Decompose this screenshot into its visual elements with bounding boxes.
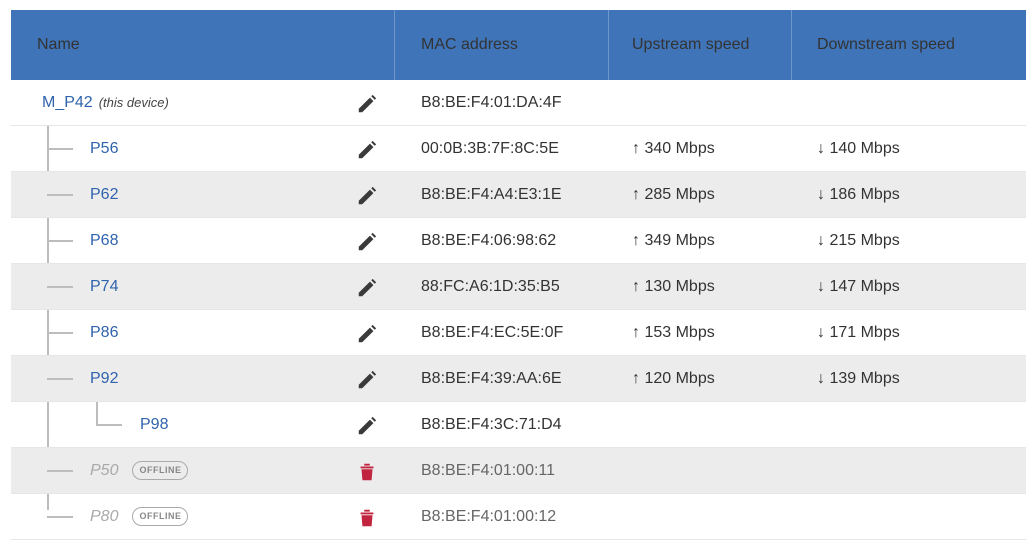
downstream-cell: ↓ 147 Mbps xyxy=(817,278,900,295)
header-divider xyxy=(394,10,395,80)
tree-branch xyxy=(47,240,73,242)
table-row: P68 B8:BE:F4:06:98:62 ↑ 349 Mbps ↓ 215 M… xyxy=(11,218,1026,264)
table-row: P62 B8:BE:F4:A4:E3:1E ↑ 285 Mbps ↓ 186 M… xyxy=(11,172,1026,218)
table-row: P98 B8:BE:F4:3C:71:D4 xyxy=(11,402,1026,448)
upstream-cell: ↑ 285 Mbps xyxy=(632,186,715,203)
pencil-icon[interactable] xyxy=(356,369,378,391)
device-name-cell: P56 xyxy=(90,126,118,172)
tree-branch xyxy=(47,286,73,288)
pencil-icon[interactable] xyxy=(356,277,378,299)
this-device-note: (this device) xyxy=(98,95,169,110)
mac-cell: B8:BE:F4:01:00:11 xyxy=(421,462,556,479)
device-name-cell: P98 xyxy=(140,402,168,448)
pencil-icon[interactable] xyxy=(356,139,378,161)
mac-cell: B8:BE:F4:A4:E3:1E xyxy=(421,186,562,203)
column-header-downstream[interactable]: Downstream speed xyxy=(817,10,955,80)
device-name-cell: P80 OFFLINE xyxy=(90,494,189,540)
mac-cell: B8:BE:F4:01:DA:4F xyxy=(421,94,562,111)
downstream-cell: ↓ 139 Mbps xyxy=(817,370,900,387)
mac-cell: 00:0B:3B:7F:8C:5E xyxy=(421,140,559,157)
device-name-cell: P86 xyxy=(90,310,118,356)
tree-branch xyxy=(47,332,73,334)
device-name-cell: P50 OFFLINE xyxy=(90,448,189,494)
trash-icon[interactable] xyxy=(356,507,378,529)
mac-cell: B8:BE:F4:06:98:62 xyxy=(421,232,557,249)
table-row: M_P42 (this device) B8:BE:F4:01:DA:4F xyxy=(11,80,1026,126)
header-divider xyxy=(791,10,792,80)
pencil-icon[interactable] xyxy=(356,93,378,115)
mac-cell: B8:BE:F4:39:AA:6E xyxy=(421,370,562,387)
downstream-cell: ↓ 140 Mbps xyxy=(817,140,900,157)
device-name-link[interactable]: P86 xyxy=(90,324,118,341)
table-body: M_P42 (this device) B8:BE:F4:01:DA:4F P56… xyxy=(11,80,1026,540)
tree-branch xyxy=(47,516,73,518)
device-name-link[interactable]: P68 xyxy=(90,232,118,249)
device-name-cell: P92 xyxy=(90,356,118,402)
device-name-link[interactable]: P92 xyxy=(90,370,118,387)
mac-cell: B8:BE:F4:3C:71:D4 xyxy=(421,416,562,433)
pencil-icon[interactable] xyxy=(356,231,378,253)
upstream-cell: ↑ 130 Mbps xyxy=(632,278,715,295)
device-name-link[interactable]: P62 xyxy=(90,186,118,203)
device-name-cell: M_P42 (this device) xyxy=(42,80,169,126)
column-header-mac[interactable]: MAC address xyxy=(421,10,518,80)
device-name-link[interactable]: P80 xyxy=(90,508,118,525)
tree-branch xyxy=(47,148,73,150)
table-row: P86 B8:BE:F4:EC:5E:0F ↑ 153 Mbps ↓ 171 M… xyxy=(11,310,1026,356)
upstream-cell: ↑ 120 Mbps xyxy=(632,370,715,387)
pencil-icon[interactable] xyxy=(356,415,378,437)
table-row: P56 00:0B:3B:7F:8C:5E ↑ 340 Mbps ↓ 140 M… xyxy=(11,126,1026,172)
column-header-upstream[interactable]: Upstream speed xyxy=(632,10,749,80)
table-row: P74 88:FC:A6:1D:35:B5 ↑ 130 Mbps ↓ 147 M… xyxy=(11,264,1026,310)
device-name-link[interactable]: M_P42 xyxy=(42,94,93,111)
trash-icon[interactable] xyxy=(356,461,378,483)
tree-branch xyxy=(96,424,122,426)
upstream-cell: ↑ 340 Mbps xyxy=(632,140,715,157)
device-name-link[interactable]: P50 xyxy=(90,462,118,479)
offline-badge: OFFLINE xyxy=(132,507,189,526)
device-name-cell: P68 xyxy=(90,218,118,264)
offline-badge: OFFLINE xyxy=(132,461,189,480)
pencil-icon[interactable] xyxy=(356,185,378,207)
device-name-link[interactable]: P74 xyxy=(90,278,118,295)
tree-branch xyxy=(47,470,73,472)
table-row: P50 OFFLINE B8:BE:F4:01:00:11 xyxy=(11,448,1026,494)
pencil-icon[interactable] xyxy=(356,323,378,345)
device-name-cell: P74 xyxy=(90,264,118,310)
downstream-cell: ↓ 215 Mbps xyxy=(817,232,900,249)
device-table: Name MAC address Upstream speed Downstre… xyxy=(11,10,1026,540)
table-row: P80 OFFLINE B8:BE:F4:01:00:12 xyxy=(11,494,1026,540)
table-header: Name MAC address Upstream speed Downstre… xyxy=(11,10,1026,80)
device-name-link[interactable]: P56 xyxy=(90,140,118,157)
upstream-cell: ↑ 153 Mbps xyxy=(632,324,715,341)
tree-branch xyxy=(47,378,73,380)
mac-cell: B8:BE:F4:EC:5E:0F xyxy=(421,324,564,341)
device-name-link[interactable]: P98 xyxy=(140,416,168,433)
mac-cell: 88:FC:A6:1D:35:B5 xyxy=(421,278,560,295)
mac-cell: B8:BE:F4:01:00:12 xyxy=(421,508,557,525)
header-divider xyxy=(608,10,609,80)
downstream-cell: ↓ 186 Mbps xyxy=(817,186,900,203)
upstream-cell: ↑ 349 Mbps xyxy=(632,232,715,249)
device-name-cell: P62 xyxy=(90,172,118,218)
column-header-name[interactable]: Name xyxy=(37,10,80,80)
downstream-cell: ↓ 171 Mbps xyxy=(817,324,900,341)
tree-branch xyxy=(47,194,73,196)
table-row: P92 B8:BE:F4:39:AA:6E ↑ 120 Mbps ↓ 139 M… xyxy=(11,356,1026,402)
